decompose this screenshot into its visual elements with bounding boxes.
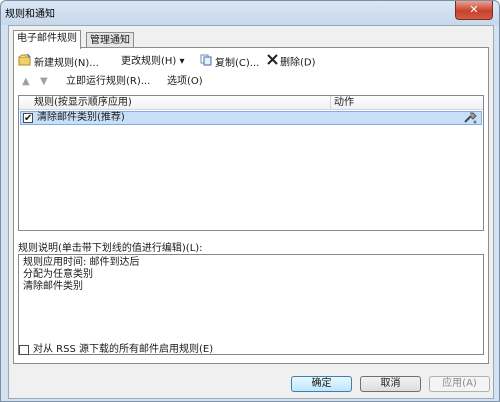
rules-list-header: 规则(按显示顺序应用) 动作 xyxy=(19,96,483,110)
delete-rule-label: 删除(D) xyxy=(280,57,316,69)
copy-icon xyxy=(200,54,213,72)
rss-rules-checkbox[interactable] xyxy=(19,345,29,355)
column-actions[interactable]: 动作 xyxy=(331,96,481,109)
rules-dialog: 规则和通知 ✕ 电子邮件规则 管理通知 新建规则(N)... 更改规则(H) ▾… xyxy=(0,0,500,402)
description-line[interactable]: 分配为任意类别 xyxy=(23,269,479,281)
delete-rule-button[interactable]: 删除(D) xyxy=(267,54,316,70)
column-rule-name[interactable]: 规则(按显示顺序应用) xyxy=(31,96,331,109)
run-rules-now-button[interactable]: 立即运行规则(R)... xyxy=(66,74,150,90)
window-title: 规则和通知 xyxy=(5,9,55,20)
change-rule-label: 更改规则(H) xyxy=(121,56,177,67)
delete-icon xyxy=(267,54,278,71)
tab-email-rules[interactable]: 电子邮件规则 xyxy=(13,30,81,49)
rule-name: 清除邮件类别(推荐) xyxy=(37,112,125,123)
options-button[interactable]: 选项(O) xyxy=(167,74,203,90)
chevron-down-icon: ▾ xyxy=(179,56,185,67)
new-rule-icon xyxy=(18,53,32,72)
title-bar[interactable]: 规则和通知 ✕ xyxy=(1,1,499,25)
ok-button[interactable]: 确定 xyxy=(291,376,352,392)
new-rule-label: 新建规则(N)... xyxy=(34,58,99,69)
rules-list[interactable]: 规则(按显示顺序应用) 动作 ✔ 清除邮件类别(推荐) xyxy=(18,95,484,231)
description-line: 清除邮件类别 xyxy=(23,281,83,292)
description-label: 规则说明(单击带下划线的值进行编辑)(L): xyxy=(18,243,203,254)
change-rule-button[interactable]: 更改规则(H) ▾ xyxy=(121,54,185,70)
move-up-icon[interactable]: ▲ xyxy=(22,74,30,90)
rss-rules-label[interactable]: 对从 RSS 源下载的所有邮件启用规则(E) xyxy=(33,344,213,356)
tab-manage-alerts[interactable]: 管理通知 xyxy=(86,32,134,48)
move-down-icon[interactable]: ▼ xyxy=(40,74,48,90)
dialog-content: 电子邮件规则 管理通知 新建规则(N)... 更改规则(H) ▾ 复制(C)..… xyxy=(8,25,494,399)
copy-rule-button[interactable]: 复制(C)... xyxy=(200,54,259,70)
description-line: 规则应用时间: 邮件到达后 xyxy=(23,257,140,268)
apply-button[interactable]: 应用(A) xyxy=(429,376,490,392)
cancel-button[interactable]: 取消 xyxy=(360,376,421,392)
new-rule-button[interactable]: 新建规则(N)... xyxy=(18,53,99,72)
close-button[interactable]: ✕ xyxy=(455,1,493,20)
rule-action-icon xyxy=(463,112,477,127)
copy-rule-label: 复制(C)... xyxy=(215,58,260,69)
email-rules-panel: 新建规则(N)... 更改规则(H) ▾ 复制(C)... 删除(D) ▲ ▼ … xyxy=(13,47,489,364)
table-row[interactable]: ✔ 清除邮件类别(推荐) xyxy=(20,111,482,125)
rule-description-box[interactable]: 规则应用时间: 邮件到达后 分配为任意类别 清除邮件类别 xyxy=(18,254,484,355)
rule-enabled-checkbox[interactable]: ✔ xyxy=(23,113,33,124)
